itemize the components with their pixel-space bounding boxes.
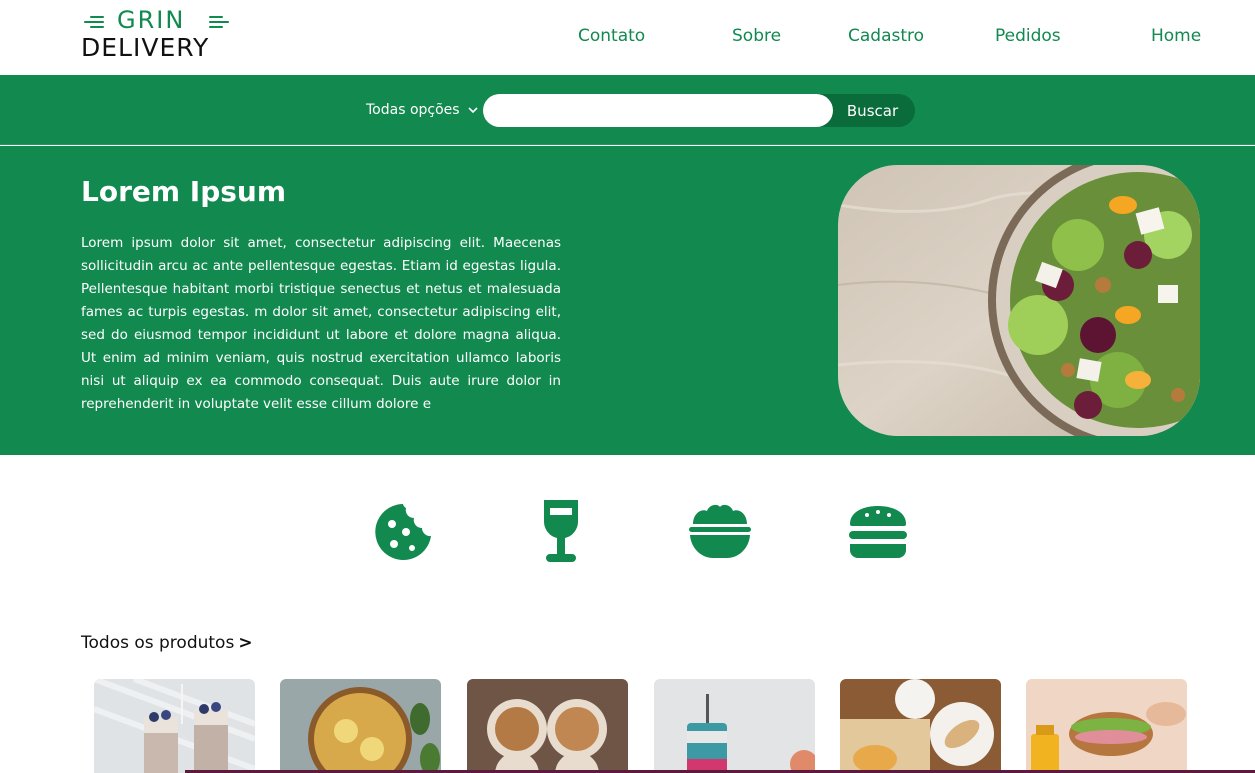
hero-section: Lorem Ipsum Lorem ipsum dolor sit amet, … <box>0 146 1255 455</box>
search-bar-section: Todas opções Buscar <box>0 75 1255 145</box>
search-input[interactable] <box>483 94 833 127</box>
wine-glass-icon <box>528 500 594 568</box>
product-card[interactable] <box>840 679 1001 773</box>
logo-speed-lines-right <box>209 16 229 28</box>
all-products-link[interactable]: Todos os produtos > <box>81 633 253 653</box>
coffee-cups-image <box>467 679 628 773</box>
grin-delivery-logo[interactable]: GRIN DELIVERY <box>81 6 236 62</box>
logo-delivery-text: DELIVERY <box>81 33 210 62</box>
options-label: Todas opções <box>366 102 460 118</box>
hero-description: Lorem ipsum dolor sit amet, consectetur … <box>81 235 561 412</box>
sandwich-juice-image <box>1026 679 1187 773</box>
all-products-title: Todos os produtos <box>81 633 235 653</box>
blueberry-parfait-image <box>94 679 255 773</box>
hero-title: Lorem Ipsum <box>81 175 287 208</box>
options-dropdown[interactable]: Todas opções <box>366 102 478 118</box>
category-drinks[interactable] <box>528 498 594 564</box>
nav-link-contato[interactable]: Contato <box>578 26 645 46</box>
site-header: GRIN DELIVERY Contato Sobre Cadastro Ped… <box>0 0 1255 75</box>
salad-bowl-icon <box>687 504 753 568</box>
nav-link-pedidos[interactable]: Pedidos <box>995 26 1061 46</box>
logo-top-row: GRIN <box>81 6 233 34</box>
category-burgers[interactable] <box>845 498 911 564</box>
product-card[interactable] <box>654 679 815 773</box>
product-card[interactable] <box>1026 679 1187 773</box>
logo-grin-text: GRIN <box>117 6 186 34</box>
pastry-plate-image <box>840 679 1001 773</box>
chevron-down-icon <box>468 102 478 118</box>
tumbler-cup-image <box>654 679 815 773</box>
nav-link-cadastro[interactable]: Cadastro <box>848 26 924 46</box>
product-card[interactable] <box>94 679 255 773</box>
category-cookie[interactable] <box>370 498 436 564</box>
cookie-icon <box>370 504 436 568</box>
salad-bowl-image <box>838 165 1200 436</box>
nav-link-home[interactable]: Home <box>1151 26 1201 46</box>
category-salads[interactable] <box>687 498 753 564</box>
product-card[interactable] <box>280 679 441 773</box>
product-card[interactable] <box>467 679 628 773</box>
burger-icon <box>845 506 911 568</box>
arrow-right-icon: > <box>238 633 253 653</box>
logo-speed-lines-left <box>84 16 104 28</box>
nav-link-sobre[interactable]: Sobre <box>732 26 781 46</box>
lemon-tea-image <box>280 679 441 773</box>
